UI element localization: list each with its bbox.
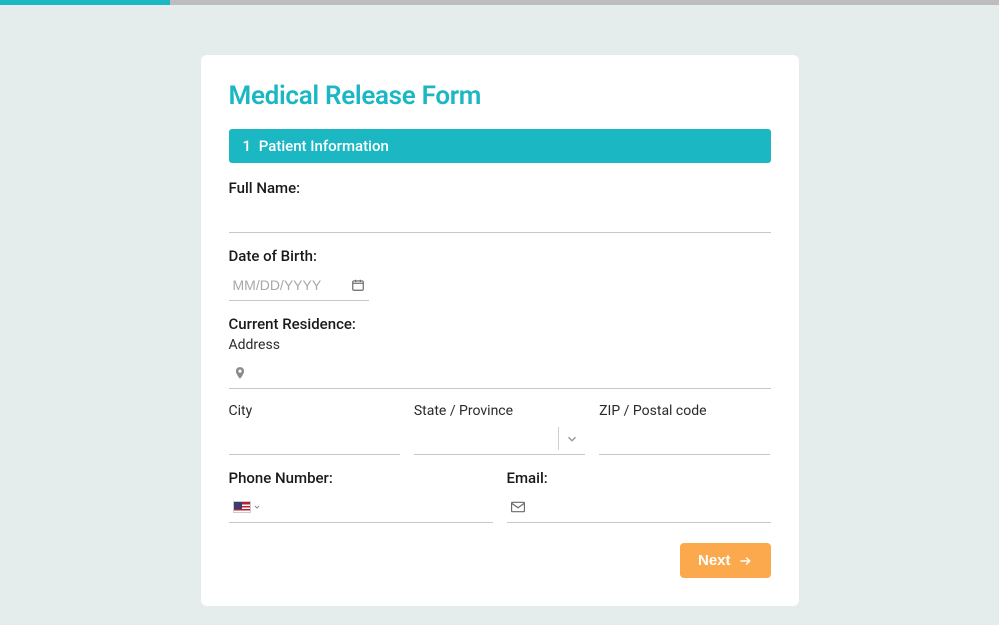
dob-input-wrap [229, 269, 369, 301]
address-sublabel: Address [229, 337, 771, 353]
phone-input[interactable] [267, 495, 493, 519]
progress-bar [0, 0, 999, 5]
field-residence: Current Residence: Address [229, 315, 771, 389]
form-title: Medical Release Form [229, 81, 771, 111]
form-footer: Next [229, 543, 771, 578]
form-card: Medical Release Form 1 Patient Informati… [201, 55, 799, 606]
field-email: Email: [507, 469, 771, 523]
phone-input-wrap [229, 491, 493, 523]
row-city-state-zip: City State / Province ZIP / Postal code [229, 403, 771, 455]
full-name-input-wrap [229, 201, 771, 233]
envelope-icon [511, 501, 529, 513]
arrow-right-icon [737, 554, 753, 568]
location-pin-icon [233, 366, 252, 380]
city-label: City [229, 403, 400, 419]
zip-label: ZIP / Postal code [599, 403, 770, 419]
section-label: Patient Information [259, 137, 389, 155]
email-label: Email: [507, 469, 771, 487]
next-button[interactable]: Next [680, 543, 771, 578]
full-name-label: Full Name: [229, 179, 771, 197]
field-full-name: Full Name: [229, 179, 771, 233]
phone-country-selector[interactable] [233, 501, 261, 513]
zip-input-wrap [599, 423, 770, 455]
section-number: 1 [243, 137, 252, 155]
field-state: State / Province [414, 403, 585, 455]
field-city: City [229, 403, 400, 455]
email-input[interactable] [534, 495, 770, 519]
state-select[interactable] [414, 423, 585, 455]
row-phone-email: Phone Number: Email: [229, 469, 771, 523]
state-input[interactable] [414, 431, 585, 446]
address-input-wrap [229, 357, 771, 389]
dob-input[interactable] [229, 273, 352, 297]
field-phone: Phone Number: [229, 469, 493, 523]
dob-label: Date of Birth: [229, 247, 771, 265]
progress-fill [0, 0, 170, 5]
zip-input[interactable] [599, 427, 770, 451]
calendar-icon[interactable] [351, 278, 368, 292]
address-input[interactable] [257, 361, 770, 385]
select-divider [558, 427, 559, 450]
full-name-input[interactable] [229, 205, 771, 229]
field-zip: ZIP / Postal code [599, 403, 770, 455]
residence-label: Current Residence: [229, 315, 771, 333]
chevron-down-icon [253, 503, 261, 511]
email-input-wrap [507, 491, 771, 523]
state-label: State / Province [414, 403, 585, 419]
city-input-wrap [229, 423, 400, 455]
section-header: 1 Patient Information [229, 129, 771, 163]
flag-us-icon [233, 501, 251, 513]
next-button-label: Next [698, 552, 731, 569]
city-input[interactable] [229, 427, 400, 451]
chevron-down-icon[interactable] [565, 432, 579, 446]
phone-label: Phone Number: [229, 469, 493, 487]
field-dob: Date of Birth: [229, 247, 771, 301]
